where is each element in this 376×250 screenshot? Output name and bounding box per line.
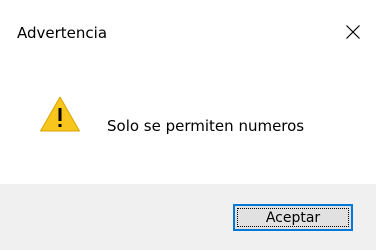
ok-button-label: Aceptar — [265, 209, 321, 226]
ok-button[interactable]: Aceptar — [233, 204, 353, 231]
dialog-title: Advertencia — [17, 24, 108, 42]
dialog-footer: Aceptar — [0, 184, 376, 250]
close-icon — [346, 25, 360, 39]
dialog-message: Solo se permiten numeros — [107, 117, 305, 135]
close-button[interactable] — [330, 14, 376, 50]
warning-dialog: Advertencia Solo se permiten numeros Ace… — [0, 0, 376, 250]
warning-icon — [40, 96, 80, 132]
